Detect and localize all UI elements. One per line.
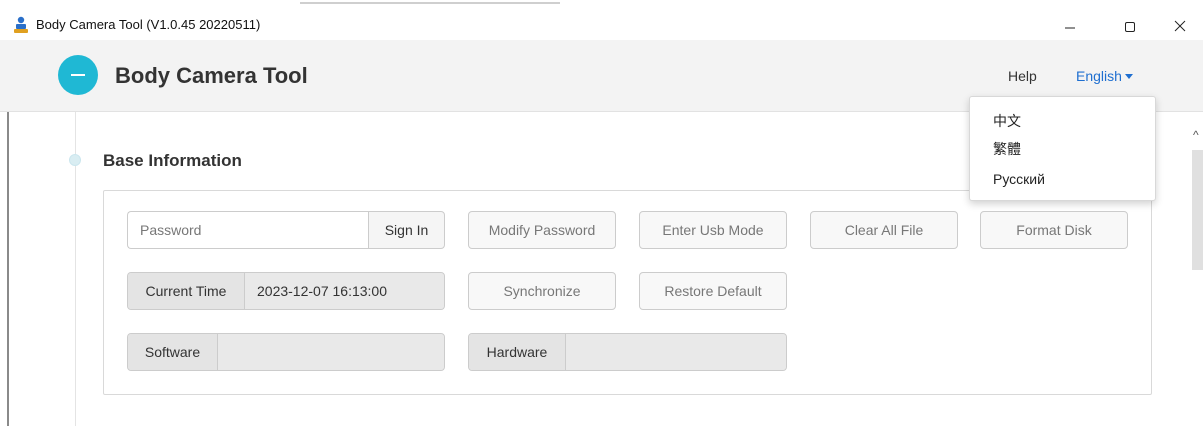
- current-time-group: Current Time 2023-12-07 16:13:00: [127, 272, 445, 310]
- maximize-button[interactable]: [1107, 12, 1153, 40]
- window-titlebar: Body Camera Tool (V1.0.45 20220511): [0, 0, 1203, 40]
- circle-logo-icon[interactable]: [58, 55, 98, 95]
- maximize-icon: [1125, 22, 1135, 32]
- hardware-label: Hardware: [469, 334, 566, 370]
- language-option-chinese-traditional[interactable]: 繁體: [993, 139, 1021, 159]
- modify-password-button[interactable]: Modify Password: [468, 211, 616, 249]
- current-time-label: Current Time: [128, 273, 245, 309]
- clear-all-file-button[interactable]: Clear All File: [810, 211, 958, 249]
- scrollbar-thumb[interactable]: [1192, 150, 1203, 270]
- software-value: [218, 334, 444, 370]
- scroll-up-icon[interactable]: ^: [1193, 128, 1199, 142]
- help-link[interactable]: Help: [1008, 68, 1037, 84]
- enter-usb-mode-button[interactable]: Enter Usb Mode: [639, 211, 787, 249]
- language-dropdown-toggle[interactable]: English: [1076, 68, 1133, 84]
- password-input[interactable]: [127, 211, 369, 249]
- caret-down-icon: [1124, 74, 1133, 79]
- window-title: Body Camera Tool (V1.0.45 20220511): [36, 17, 261, 32]
- close-icon: [1174, 20, 1186, 32]
- hardware-group: Hardware: [468, 333, 787, 371]
- current-time-value: 2023-12-07 16:13:00: [245, 273, 444, 309]
- minimize-icon: [1065, 27, 1075, 29]
- person-camera-icon: [14, 16, 28, 33]
- synchronize-button[interactable]: Synchronize: [468, 272, 616, 310]
- window-left-border: [7, 112, 9, 426]
- background-window-strip: [300, 0, 600, 6]
- app-title: Body Camera Tool: [115, 63, 308, 88]
- language-option-chinese-simplified[interactable]: 中文: [993, 111, 1021, 131]
- timeline-dot: [69, 154, 81, 166]
- section-title: Base Information: [103, 151, 242, 170]
- language-label: English: [1076, 68, 1122, 84]
- sign-in-button[interactable]: Sign In: [368, 211, 445, 249]
- language-option-russian[interactable]: Русский: [993, 171, 1045, 187]
- restore-default-button[interactable]: Restore Default: [639, 272, 787, 310]
- minimize-button[interactable]: [1047, 12, 1093, 40]
- close-button[interactable]: [1157, 12, 1203, 40]
- software-group: Software: [127, 333, 445, 371]
- format-disk-button[interactable]: Format Disk: [980, 211, 1128, 249]
- software-label: Software: [128, 334, 218, 370]
- language-menu: 中文 繁體 Русский: [969, 96, 1156, 201]
- hardware-value: [566, 334, 786, 370]
